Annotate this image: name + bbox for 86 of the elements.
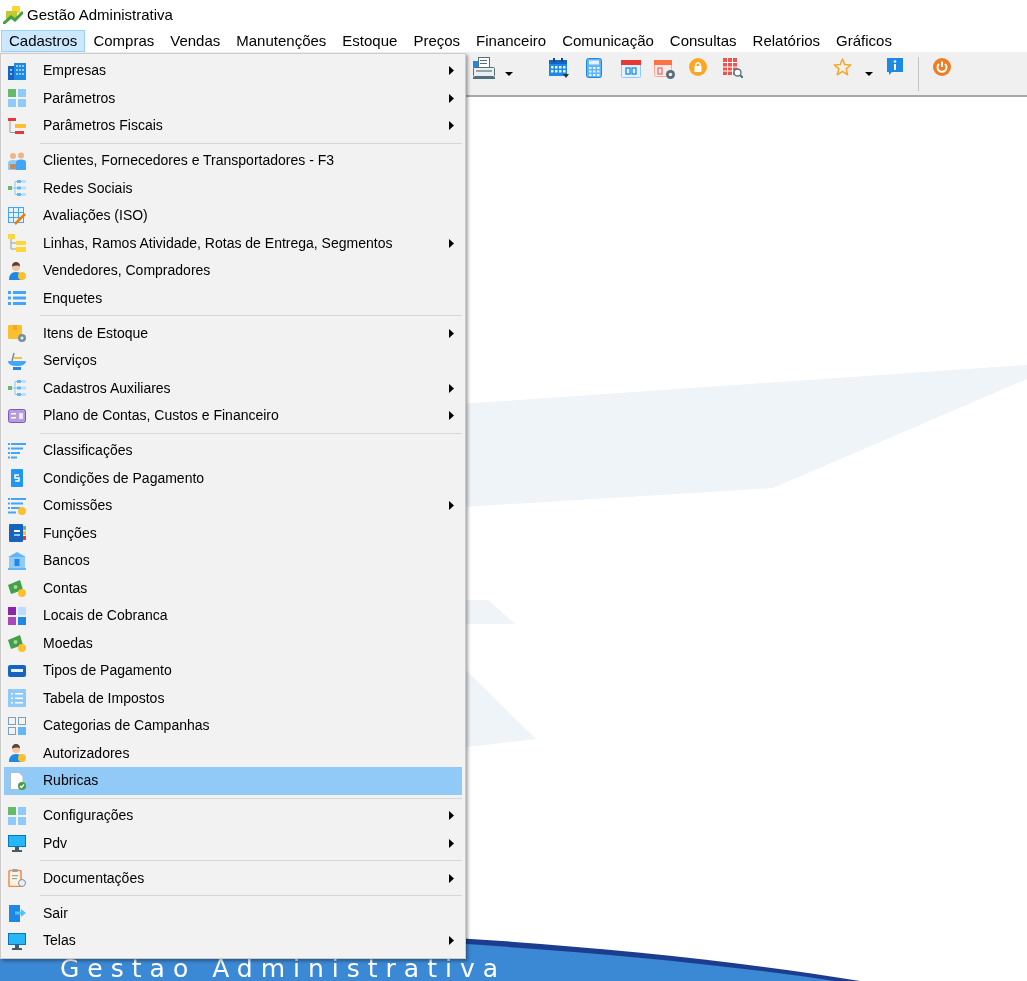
bowl-icon [8,351,26,370]
menu-item[interactable]: Contas [4,574,462,602]
menu-item[interactable]: Rubricas [4,767,462,795]
squares-icon [8,606,26,625]
menu-bar-item[interactable]: Compras [85,30,163,52]
building-icon [8,61,26,80]
list-document-icon [8,689,26,708]
sort-lines-icon [8,441,26,460]
menu-item[interactable]: Tabela de Impostos [4,684,462,712]
calendar-grid-icon[interactable] [549,58,569,78]
bank-icon [8,551,26,570]
menu-item[interactable]: Bancos [4,547,462,575]
box-gear-icon [8,324,26,343]
caret-icon[interactable] [505,72,513,76]
logo-icon [3,6,23,24]
monitor-icon [8,931,26,950]
menu-item[interactable]: Cadastros Auxiliares [4,374,462,402]
menu-item[interactable]: Categorias de Campanhas [4,712,462,740]
card-icon [8,406,26,425]
table-icon [8,806,26,825]
people-icon [8,151,26,170]
menu-bar-item[interactable]: Comunicação [554,30,662,52]
menu-item[interactable]: Redes Sociais [4,174,462,202]
document-icon [8,469,26,488]
menu-item[interactable]: Tipos de Pagamento [4,657,462,685]
grid-search-icon[interactable] [723,58,743,78]
menu-item[interactable]: Serviços [4,347,462,375]
menu-item[interactable]: Vendedores, Compradores [4,257,462,285]
money-icon [8,579,26,598]
banner-title: Gestao Administrativa [60,958,507,980]
tree-list-icon [8,116,26,135]
caret-icon[interactable] [865,72,873,76]
menu-item[interactable]: Enquetes [4,284,462,312]
person-coin-icon [8,744,26,763]
menu-item[interactable]: Linhas, Ramos Atividade, Rotas de Entrega, Segmentos [4,229,462,257]
person-coin-icon [8,261,26,280]
menu-item[interactable]: Clientes, Fornecedores e Transportadores - F3 [4,147,462,175]
menu-item[interactable]: Condições de Pagamento [4,464,462,492]
window-title: Gestão Administrativa [27,6,173,24]
list-icon [8,289,26,308]
menu-item[interactable]: Classificações [4,437,462,465]
menu-item[interactable]: Telas [4,927,462,955]
star-icon[interactable] [833,58,852,76]
calendar-icon[interactable] [621,58,641,78]
info-icon[interactable] [887,58,903,75]
list-coin-icon [8,496,26,515]
network-icon [8,179,26,198]
menu-item[interactable]: Locais de Cobranca [4,602,462,630]
menu-bar-item[interactable]: Gráficos [828,30,900,52]
menu-bar-item[interactable]: Preços [405,30,469,52]
menu-item[interactable]: Sair [4,899,462,927]
menu-item[interactable]: Moedas [4,629,462,657]
menu-bar-item[interactable]: Estoque [334,30,406,52]
money-icon [8,634,26,653]
menu-item[interactable]: Configurações [4,802,462,830]
exit-icon [8,904,26,923]
menu-item[interactable]: Itens de Estoque [4,319,462,347]
menu-item[interactable]: Parâmetros Fiscais [4,112,462,140]
monitor-icon [8,834,26,853]
menu-item[interactable]: Plano de Contas, Custos e Financeiro [4,402,462,430]
menu-item[interactable]: Empresas [4,57,462,85]
calculator-icon[interactable] [586,58,602,78]
menu-bar-item[interactable]: Relatórios [744,30,829,52]
power-icon[interactable] [933,58,951,76]
table-icon [8,89,26,108]
menu-item[interactable]: Autorizadores [4,739,462,767]
grid-squares-icon [8,716,26,735]
printer-icon[interactable] [473,57,495,79]
menu-item[interactable]: Avaliações (ISO) [4,202,462,230]
menu-bar-item[interactable]: Cadastros [1,30,86,52]
network-icon [8,379,26,398]
menu-bar-item[interactable]: Vendas [162,30,229,52]
menu-bar-item[interactable]: Consultas [661,30,745,52]
menu-bar-item[interactable]: Financeiro [468,30,555,52]
menu-item[interactable]: Comissões [4,492,462,520]
clipboard-icon [8,869,26,888]
menu-bar-item[interactable]: Manutenções [228,30,335,52]
calendar-gear-icon[interactable] [654,58,675,79]
menu-item[interactable]: Documentações [4,864,462,892]
notebook-icon [8,524,26,543]
menu-item[interactable]: Pdv [4,829,462,857]
tree-icon [8,234,26,253]
menu-item[interactable]: Funções [4,519,462,547]
grid-pencil-icon [8,206,26,225]
menu-item[interactable]: Parâmetros [4,84,462,112]
document-check-icon [8,771,26,790]
